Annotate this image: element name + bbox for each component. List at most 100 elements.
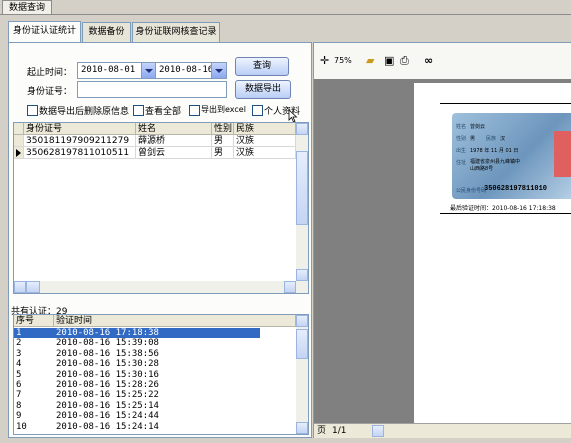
card-id-label: 公民身份号码 [456,188,487,194]
open-folder-icon[interactable]: ▰ [366,55,374,67]
top-divider [0,14,571,15]
vertical-scrollbar[interactable] [296,315,308,434]
list-item[interactable]: 10 2010-08-16 15:24:14 [14,422,260,432]
view-all-checkbox[interactable] [133,105,144,116]
start-time-label: 起止时间： [27,68,73,78]
export-button[interactable]: 数据导出 [235,80,291,99]
column-header-verify-time[interactable]: 验证时间 [54,315,296,327]
scroll-right-icon[interactable] [284,281,296,293]
seq-cell: 5 [16,369,22,380]
list-item[interactable]: 4 2010-08-16 15:30:28 [14,359,260,369]
scroll-thumb[interactable] [296,151,308,225]
print-icon[interactable]: ⎙ [400,55,409,67]
last-verify-time: 最后验证时间：2010-08-16 17:18:38 [450,205,556,212]
scroll-left-icon[interactable] [372,425,384,437]
end-date-value: 2010-08-16 [159,65,214,75]
seq-cell: 6 [16,380,22,390]
seq-cell: 1 [16,328,22,338]
list-item[interactable]: 6 2010-08-16 15:28:26 [14,380,260,390]
export-excel-checkbox[interactable] [189,105,200,116]
left-panel: 起止时间： 2010-08-01 2010-08-16 查询 身份证号： 数据导… [8,42,312,438]
row-header-cell [14,123,24,135]
list-item[interactable]: 1 2010-08-16 17:18:38 [14,328,260,338]
list-item[interactable]: 5 2010-08-16 15:30:16 [14,370,260,380]
card-ethnicity-label: 民族 [486,136,497,142]
table-cell[interactable]: 曾剑云 [136,147,212,159]
column-header-seq[interactable]: 序号 [14,315,54,327]
zoom-icon[interactable]: ✛ [320,55,329,67]
horizontal-scrollbar[interactable] [14,281,308,293]
chevron-down-icon[interactable] [211,63,226,78]
time-cell: 2010-08-16 15:38:56 [56,348,159,359]
time-cell: 2010-08-16 15:24:44 [56,411,159,422]
time-cell: 2010-08-16 15:25:22 [56,390,159,401]
row-header-cell [14,135,24,147]
card-name: 曾剑云 [470,124,486,130]
time-cell: 2010-08-16 15:24:14 [56,421,159,432]
table-cell[interactable]: 男 [212,135,234,147]
photo-area [554,131,571,177]
list-item[interactable]: 3 2010-08-16 15:38:56 [14,349,260,359]
scroll-up-icon[interactable] [296,123,308,135]
scroll-left-icon[interactable] [14,281,26,293]
scroll-thumb[interactable] [26,281,40,293]
view-all-label: 查看全部 [145,107,182,117]
column-header-gender[interactable]: 性别 [212,123,234,135]
table-cell[interactable]: 男 [212,147,234,159]
scroll-thumb[interactable] [296,329,308,359]
binoculars-icon[interactable]: ∞ [424,55,433,67]
tab-online-check-records[interactable]: 身份证联网核查记录 [132,22,220,42]
start-date-picker[interactable]: 2010-08-01 [77,62,157,79]
zoom-level[interactable]: 75% [334,55,352,67]
list-item[interactable]: 9 2010-08-16 15:24:44 [14,411,260,421]
print-preview-panel: ✛ 75% ▰ ▣ ⎙ ∞ 姓名 曾剑云 性别 男 民族 汉 出生 1978 年… [313,42,571,438]
column-header-ethnicity[interactable]: 民族 [234,123,296,135]
chevron-down-icon[interactable] [141,63,156,78]
table-cell[interactable]: 350628197811010511 [24,147,136,159]
end-date-picker[interactable]: 2010-08-16 [155,62,227,79]
column-header-name[interactable]: 姓名 [136,123,212,135]
table-cell[interactable]: 薛源桥 [136,135,212,147]
personal-info-checkbox[interactable] [252,105,263,116]
list-item[interactable]: 2 2010-08-16 15:39:08 [14,338,260,348]
list-item[interactable]: 7 2010-08-16 15:25:22 [14,390,260,400]
scroll-down-icon[interactable] [296,422,308,434]
seq-cell: 10 [16,421,27,432]
seq-cell: 9 [16,411,22,422]
card-address: 福建省泉州县九峰镇中山西路8号 [470,159,521,172]
card-birth-label: 出生 [456,148,467,154]
query-button[interactable]: 查询 [235,57,289,76]
results-table: 身份证号 姓名 性别 民族 350181197909211279 薛源桥 男 汉… [13,122,309,294]
mouse-cursor-icon [288,109,298,123]
start-date-value: 2010-08-01 [81,65,136,75]
card-gender-label: 性别 [456,136,467,142]
list-item[interactable]: 8 2010-08-16 15:25:14 [14,401,260,411]
preview-status-bar: 页 1/1 [314,423,571,438]
verify-log-table: 序号 验证时间 1 2010-08-16 17:18:38 2 2010-08-16 … [13,314,309,435]
time-cell: 2010-08-16 15:25:14 [56,400,159,411]
time-cell: 2010-08-16 15:30:16 [56,369,159,380]
preview-toolbar: ✛ 75% ▰ ▣ ⎙ ∞ [314,43,571,79]
window-tab[interactable]: 数据查询 [2,0,52,15]
time-cell: 2010-08-16 15:28:26 [56,380,159,390]
card-gender: 男 [470,136,476,142]
column-header-id[interactable]: 身份证号 [24,123,136,135]
vertical-scrollbar[interactable] [296,123,308,281]
table-cell[interactable]: 汉族 [234,135,296,147]
seq-cell: 4 [16,359,22,370]
preview-page: 姓名 曾剑云 性别 男 民族 汉 出生 1978 年 11 月 01 日 住址 … [414,83,571,427]
log-rows: 1 2010-08-16 17:18:38 2 2010-08-16 15:39:08… [14,328,296,432]
scroll-down-icon[interactable] [296,269,308,281]
tab-id-auth-stats[interactable]: 身份证认证统计 [8,21,81,42]
time-cell: 2010-08-16 15:39:08 [56,338,159,349]
save-icon[interactable]: ▣ [384,55,394,67]
table-cell[interactable]: 350181197909211279 [24,135,136,147]
id-number-input[interactable] [77,81,227,98]
tab-data-backup[interactable]: 数据备份 [82,22,131,42]
current-row-indicator [14,147,24,159]
id-number-label: 身份证号： [27,87,73,97]
scroll-up-icon[interactable] [296,315,308,327]
delete-after-export-checkbox[interactable] [27,105,38,116]
card-address-label: 住址 [456,160,467,166]
table-cell[interactable]: 汉族 [234,147,296,159]
